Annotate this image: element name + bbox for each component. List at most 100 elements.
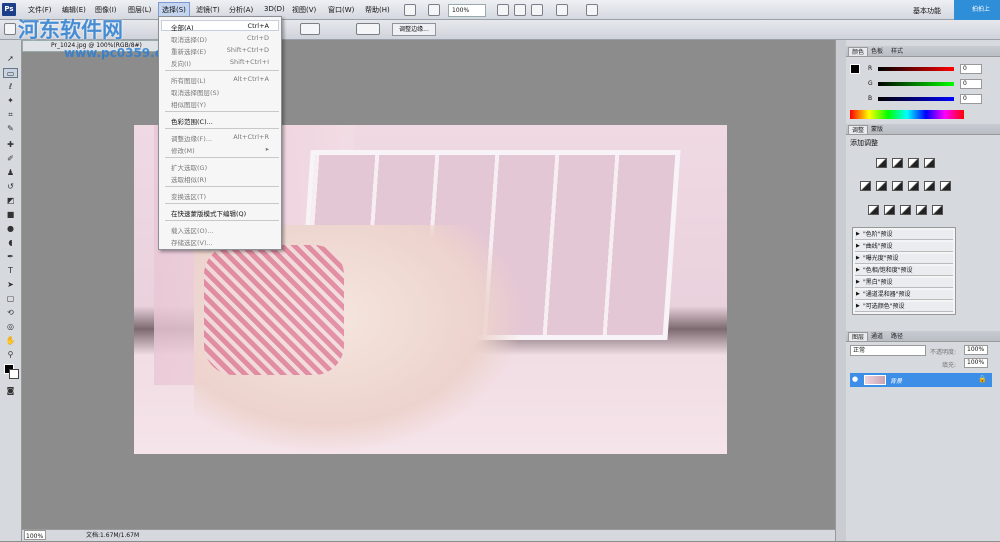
color-balance-icon[interactable] [892,181,903,191]
marquee-tool-icon[interactable]: ▭ [3,68,18,78]
type-tool-icon[interactable]: T [3,266,18,276]
pen-tool-icon[interactable]: ✒ [3,252,18,262]
threshold-icon[interactable] [900,205,911,215]
shape-tool-icon[interactable]: ▢ [3,294,18,304]
preset-item[interactable]: "曝光度"预设 [855,254,953,264]
visibility-eye-icon[interactable]: ● [852,375,858,383]
curves-icon[interactable] [908,158,919,168]
red-value[interactable]: 0 [960,64,982,74]
levels-icon[interactable] [892,158,903,168]
menu-item-save-selection[interactable]: 存储选区(V)... [171,237,279,247]
style-combo[interactable] [300,23,320,35]
status-zoom[interactable]: 100% [24,530,46,540]
zoom-combo[interactable]: 100% [448,4,486,17]
menu-item-inverse[interactable]: 反向(I) Shift+Ctrl+I [171,58,279,68]
zoom-tool-icon[interactable] [514,4,526,16]
menu-item-reselect[interactable]: 重新选择(E) Shift+Ctrl+D [171,46,279,56]
posterize-icon[interactable] [884,205,895,215]
menu-item-quick-mask[interactable]: 在快速蒙版模式下编辑(Q) [171,208,279,218]
preset-item[interactable]: "色相/饱和度"预设 [855,266,953,276]
exposure-icon[interactable] [924,158,935,168]
dodge-tool-icon[interactable]: ◖ [3,238,18,248]
workspace-switcher[interactable]: 基本功能 [913,6,941,16]
adjust-edge-button[interactable]: 调整边缘... [392,23,436,36]
opacity-field[interactable]: 100% [964,345,988,355]
photo-filter-icon[interactable] [924,181,935,191]
height-field[interactable] [356,23,380,35]
menu-item-similar-layers[interactable]: 相似图层(Y) [171,99,279,109]
green-slider[interactable]: G 0 [868,79,996,89]
move-tool-icon[interactable]: ➚ [3,54,18,64]
selective-color-icon[interactable] [932,205,943,215]
history-brush-icon[interactable]: ↺ [3,182,18,192]
view-extras-icon[interactable] [428,4,440,16]
lasso-tool-icon[interactable]: ℓ [3,82,18,92]
menu-item-all-layers[interactable]: 所有图层(L) Alt+Ctrl+A [171,75,279,85]
gradient-icon[interactable]: ■ [3,210,18,220]
preset-item[interactable]: "可选颜色"预设 [855,302,953,312]
tab-masks[interactable]: 蒙版 [868,125,886,134]
3d-orbit-icon[interactable]: ◎ [3,322,18,332]
channel-mixer-icon[interactable] [940,181,951,191]
tab-adjustments[interactable]: 调整 [848,125,869,134]
arrange-docs-icon[interactable] [556,4,568,16]
blue-value[interactable]: 0 [960,94,982,104]
crop-tool-icon[interactable]: ⌗ [3,110,18,120]
menu-item-color-range[interactable]: 色彩范围(C)... [171,116,279,126]
zoom-tool-icon[interactable]: ⚲ [3,350,18,360]
invert-icon[interactable] [868,205,879,215]
gradient-map-icon[interactable] [916,205,927,215]
tab-styles[interactable]: 样式 [888,47,906,56]
preset-item[interactable]: "通道混和器"预设 [855,290,953,300]
tab-paths[interactable]: 路径 [888,332,906,341]
clone-stamp-icon[interactable]: ♟ [3,168,18,178]
rotate-view-icon[interactable] [531,4,543,16]
hand-tool-icon[interactable]: ✋ [3,336,18,346]
hue-saturation-icon[interactable] [876,181,887,191]
tab-layers[interactable]: 图层 [848,332,869,341]
tab-color[interactable]: 颜色 [848,47,869,56]
quick-mask-icon[interactable]: ◙ [3,386,18,396]
black-white-icon[interactable] [908,181,919,191]
green-value[interactable]: 0 [960,79,982,89]
layer-name[interactable]: 背景 [890,376,902,385]
menu-window[interactable]: 窗口(W) [328,5,354,15]
background-color-swatch[interactable] [9,369,19,379]
menu-item-deselect-layers[interactable]: 取消选择图层(S) [171,87,279,97]
brush-tool-icon[interactable]: ✐ [3,154,18,164]
menu-item-similar[interactable]: 选取相似(R) [171,174,279,184]
menu-view[interactable]: 视图(V) [292,5,316,15]
preset-item[interactable]: "色阶"预设 [855,230,953,240]
red-slider[interactable]: R 0 [868,64,996,74]
menu-item-load-selection[interactable]: 载入选区(O)... [171,225,279,235]
menu-item-transform-selection[interactable]: 变换选区(T) [171,191,279,201]
preset-item[interactable]: "黑白"预设 [855,278,953,288]
blur-tool-icon[interactable]: ● [3,224,18,234]
menu-item-grow[interactable]: 扩大选取(G) [171,162,279,172]
tab-swatches[interactable]: 色板 [868,47,886,56]
blend-mode-select[interactable]: 正常 [850,345,926,356]
preset-item[interactable]: "曲线"预设 [855,242,953,252]
menu-item-select-all[interactable]: 全部(A) Ctrl+A [171,22,279,32]
eraser-icon[interactable]: ◩ [3,196,18,206]
menu-help[interactable]: 帮助(H) [365,5,390,15]
hand-tool-icon[interactable] [497,4,509,16]
layer-row[interactable]: ● 背景 🔒 [850,373,992,387]
menu-analysis[interactable]: 分析(A) [229,5,253,15]
menu-3d[interactable]: 3D(D) [264,5,285,13]
menu-item-modify[interactable]: 修改(M) ▸ [171,145,279,155]
fill-field[interactable]: 100% [964,358,988,368]
color-spectrum[interactable] [850,110,964,119]
menu-layer[interactable]: 图层(L) [128,5,151,15]
brightness-icon[interactable] [876,158,887,168]
menu-item-deselect[interactable]: 取消选择(D) Ctrl+D [171,34,279,44]
3d-rotate-icon[interactable]: ⟲ [3,308,18,318]
eyedropper-icon[interactable]: ✎ [3,124,18,134]
healing-brush-icon[interactable]: ✚ [3,140,18,150]
menu-filter[interactable]: 滤镜(T) [196,5,220,15]
color-chip[interactable] [850,64,862,76]
screen-mode-icon[interactable] [586,4,598,16]
marquee-preset-icon[interactable] [4,23,16,35]
path-select-icon[interactable]: ➤ [3,280,18,290]
tab-channels[interactable]: 通道 [868,332,886,341]
